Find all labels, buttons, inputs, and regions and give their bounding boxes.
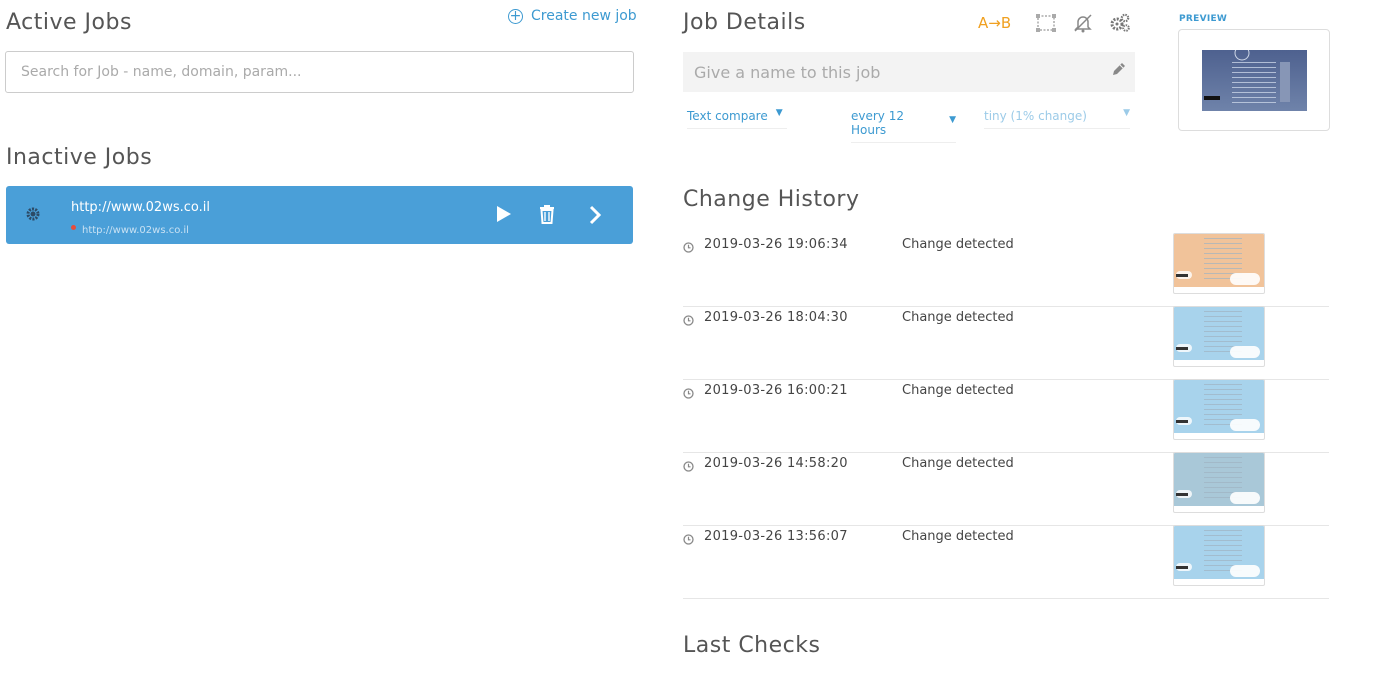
thumbnail-cloud [1230, 492, 1260, 504]
thumbnail-bar [1176, 566, 1188, 569]
history-thumbnail[interactable] [1173, 379, 1265, 440]
history-status: Change detected [902, 383, 1014, 398]
caret-down-icon: ▼ [775, 108, 783, 118]
trash-icon[interactable] [538, 204, 556, 228]
thumbnail-cloud [1230, 273, 1260, 285]
job-name-field[interactable] [683, 52, 1135, 92]
settings-gears-icon[interactable] [1109, 13, 1131, 37]
thumbnail-cloud [1230, 565, 1260, 577]
play-icon[interactable] [495, 204, 513, 228]
thumbnail-bar [1176, 420, 1188, 423]
history-row[interactable]: 2019-03-26 19:06:34 Change detected [683, 233, 1329, 307]
job-search-input[interactable] [5, 51, 634, 93]
status-dot-icon [71, 225, 76, 230]
thumbnail-bar [1176, 493, 1188, 496]
create-new-job-button[interactable]: + Create new job [508, 8, 637, 24]
job-url: http://www.02ws.co.il [71, 200, 210, 215]
history-row[interactable]: 2019-03-26 18:04:30 Change detected [683, 306, 1329, 380]
history-thumbnail[interactable] [1173, 525, 1265, 586]
bell-off-icon[interactable] [1073, 13, 1093, 37]
clock-icon [683, 384, 694, 403]
create-new-job-label: Create new job [531, 8, 637, 24]
gear-icon [25, 206, 41, 226]
history-status: Change detected [902, 310, 1014, 325]
history-timestamp: 2019-03-26 13:56:07 [704, 529, 848, 544]
frequency-value: every 12 Hours [851, 109, 904, 137]
frequency-select[interactable]: every 12 Hours ▼ [851, 109, 956, 143]
history-status: Change detected [902, 456, 1014, 471]
thumbnail-cloud [1230, 419, 1260, 431]
thumbnail-bar [1176, 347, 1188, 350]
job-sub-url: http://www.02ws.co.il [82, 225, 189, 236]
sensitivity-select[interactable]: tiny (1% change) ▼ [984, 108, 1130, 129]
job-name-input[interactable] [692, 61, 1096, 83]
sensitivity-value: tiny (1% change) [984, 109, 1087, 123]
change-history-heading: Change History [683, 187, 860, 212]
last-checks-heading: Last Checks [683, 633, 821, 658]
history-status: Change detected [902, 529, 1014, 544]
thumbnail-cloud [1230, 346, 1260, 358]
history-thumbnail[interactable] [1173, 452, 1265, 513]
preview-thumbnail [1202, 45, 1307, 111]
active-jobs-heading: Active Jobs [6, 10, 132, 35]
history-thumbnail[interactable] [1173, 233, 1265, 294]
history-timestamp: 2019-03-26 16:00:21 [704, 383, 848, 398]
history-row[interactable]: 2019-03-26 16:00:21 Change detected [683, 379, 1329, 453]
history-timestamp: 2019-03-26 19:06:34 [704, 237, 848, 252]
clock-icon [683, 311, 694, 330]
history-thumbnail[interactable] [1173, 306, 1265, 367]
compare-type-select[interactable]: Text compare ▼ [687, 108, 787, 129]
chevron-right-icon[interactable] [587, 204, 603, 230]
job-sub-url-row: http://www.02ws.co.il [71, 225, 189, 236]
compare-type-value: Text compare [687, 109, 768, 123]
inactive-job-card[interactable]: http://www.02ws.co.il http://www.02ws.co… [6, 186, 633, 244]
job-details-heading: Job Details [683, 10, 806, 35]
plus-circle-icon: + [508, 8, 523, 24]
caret-down-icon: ▼ [1123, 108, 1130, 118]
history-status: Change detected [902, 237, 1014, 252]
inactive-jobs-heading: Inactive Jobs [6, 145, 153, 170]
history-timestamp: 2019-03-26 14:58:20 [704, 456, 848, 471]
clock-icon [683, 457, 694, 476]
clock-icon [683, 238, 694, 257]
pencil-icon[interactable] [1110, 62, 1126, 82]
ab-compare-toggle[interactable]: A→B [978, 14, 1011, 32]
history-timestamp: 2019-03-26 18:04:30 [704, 310, 848, 325]
preview-label: PREVIEW [1179, 14, 1228, 24]
history-row[interactable]: 2019-03-26 13:56:07 Change detected [683, 525, 1329, 599]
caret-down-icon: ▼ [949, 115, 956, 125]
preview-panel[interactable] [1178, 29, 1330, 131]
clock-icon [683, 530, 694, 549]
crop-region-icon[interactable] [1035, 13, 1057, 37]
history-row[interactable]: 2019-03-26 14:58:20 Change detected [683, 452, 1329, 526]
thumbnail-bar [1176, 274, 1188, 277]
